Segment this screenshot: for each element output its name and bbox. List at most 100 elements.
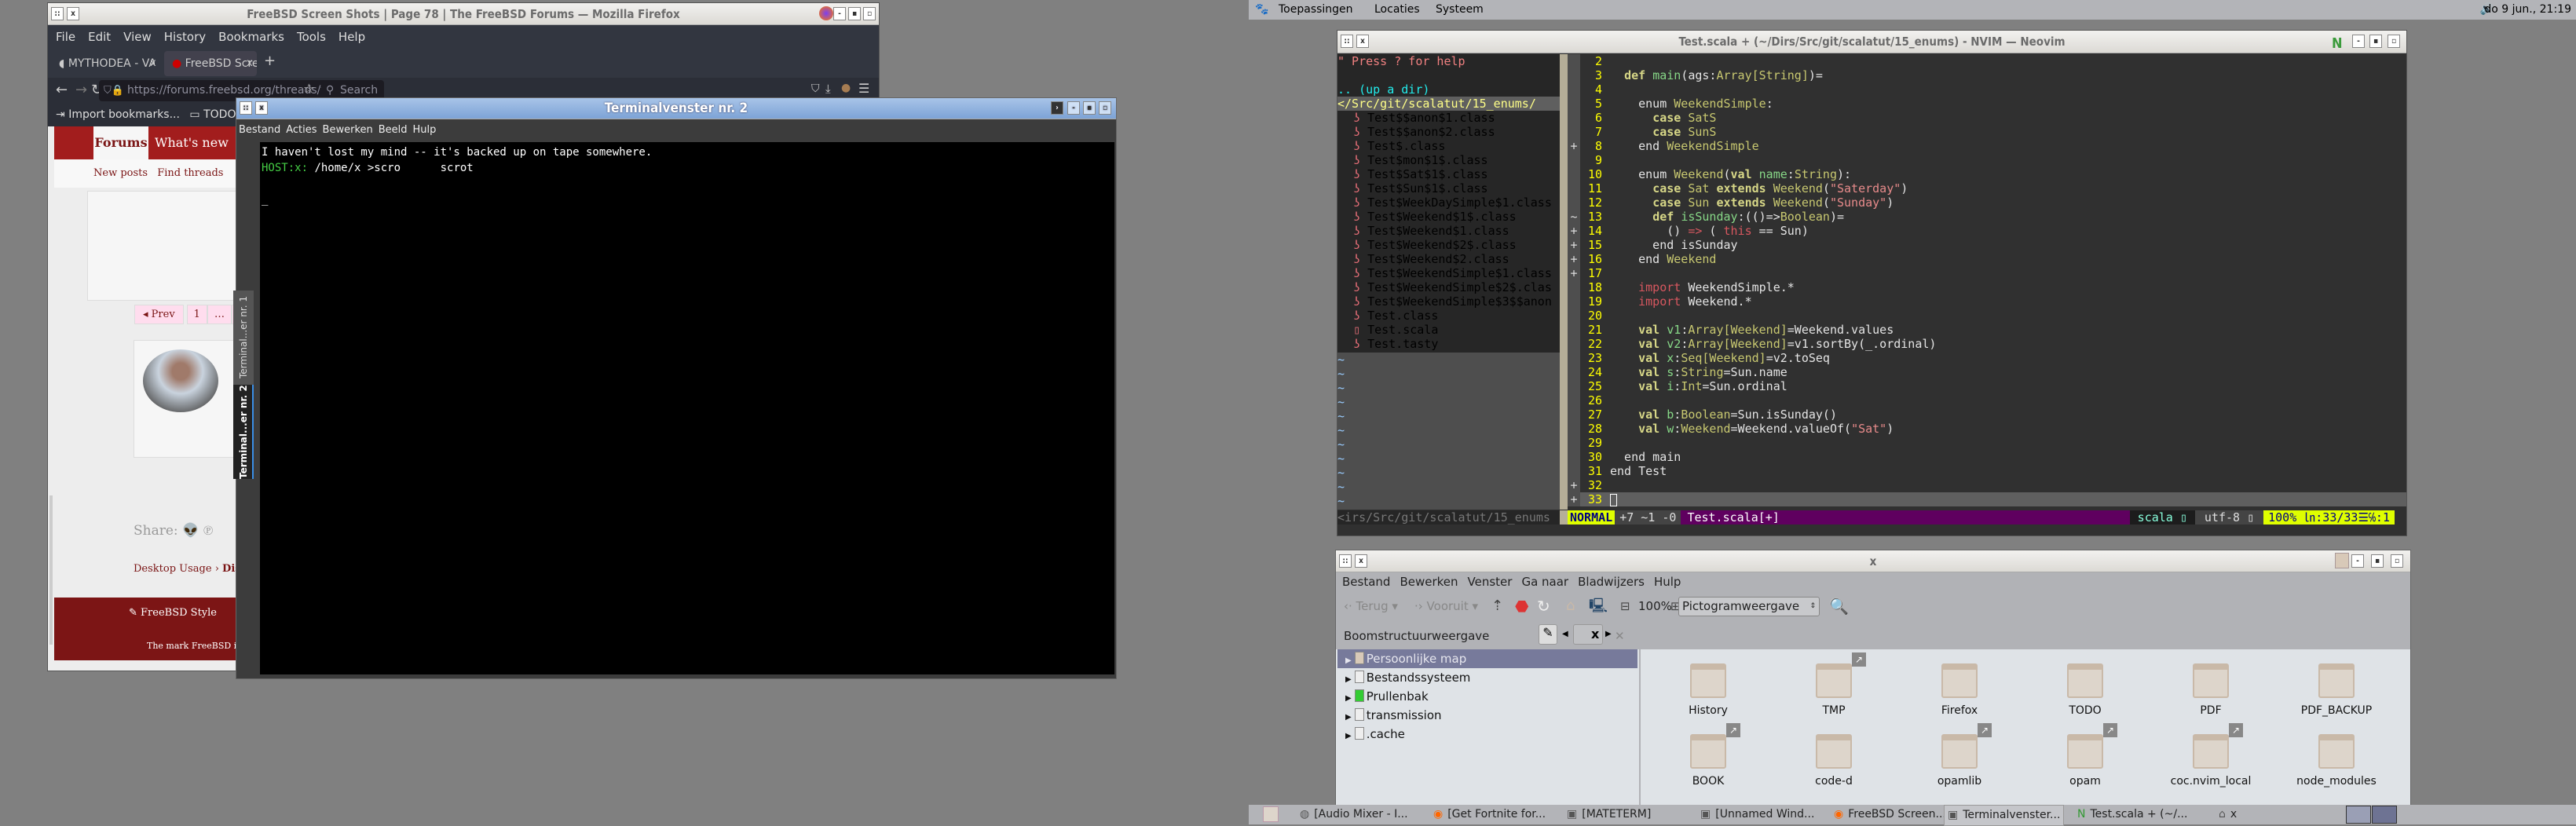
taskbar-item[interactable]: ▣ Terminalvenster...	[1944, 805, 2065, 826]
reload-icon[interactable]: ↻	[1537, 593, 1550, 620]
maximize-button[interactable]: ▪	[1083, 101, 1096, 115]
reddit-icon[interactable]: 👽	[182, 523, 199, 539]
bookmark-star-icon[interactable]: ☆	[303, 81, 314, 96]
path-left-arrow-icon[interactable]: ◀	[1562, 624, 1572, 645]
expander-icon[interactable]: ▶	[1345, 694, 1352, 703]
tree-file[interactable]: ʖ Test$WeekDaySimple$1.class	[1337, 196, 1560, 210]
menu-help[interactable]: Help	[338, 30, 365, 44]
nav-forums[interactable]: Forums	[93, 126, 148, 159]
scrollbar[interactable]	[49, 495, 53, 645]
tree-file[interactable]: ʖ Test$$anon$1.class	[1337, 111, 1560, 125]
menu-hulp[interactable]: Hulp	[413, 124, 437, 136]
panel-menu-applications[interactable]: Toepassingen	[1279, 0, 1353, 20]
window-menu-button[interactable]: ::	[240, 101, 252, 115]
folder-item[interactable]: code-d	[1779, 734, 1889, 788]
restore-button[interactable]: ▫	[2388, 35, 2400, 48]
taskbar-item[interactable]: ⌂ x	[2219, 805, 2237, 824]
taskbar-item[interactable]: ▣ [Unnamed Wind...	[1700, 805, 1814, 824]
edit-location-icon[interactable]: ✎	[1539, 624, 1557, 645]
tree-file[interactable]: ʖ Test$WeekendSimple$2$.clas	[1337, 280, 1560, 294]
pinterest-icon[interactable]: ℗	[203, 523, 214, 539]
terminal-tab-2[interactable]: Terminal...er nr. 2	[233, 385, 254, 479]
split-separator[interactable]	[1560, 54, 1568, 510]
tree-file[interactable]: ʖ Test$mon$1$.class	[1337, 153, 1560, 167]
tree-item[interactable]: ▶ Bestandssysteem	[1337, 668, 1637, 687]
bookmark-todo[interactable]: ▭ TODO	[189, 108, 236, 121]
gnome-foot-icon[interactable]: 🐾	[1255, 0, 1268, 20]
tree-up-dir[interactable]: .. (up a dir)	[1337, 82, 1560, 97]
bookmark-import[interactable]: ⇥ Import bookmarks...	[56, 108, 180, 121]
menu-tools[interactable]: Tools	[297, 30, 326, 44]
folder-item[interactable]: PDF_BACKUP	[2281, 663, 2391, 717]
folder-item[interactable]: ↗ BOOK	[1653, 723, 1763, 788]
menu-bewerken[interactable]: Bewerken	[323, 124, 373, 136]
folder-item[interactable]: TODO	[2030, 663, 2140, 717]
maximize-button[interactable]: ▪	[848, 7, 861, 20]
menu-hulp[interactable]: Hulp	[1654, 575, 1681, 589]
page-ellipsis[interactable]: …	[207, 305, 232, 324]
close-button[interactable]: x	[1355, 554, 1367, 568]
home-icon[interactable]: ⌂	[1566, 593, 1575, 620]
tree-file[interactable]: ʖ Test$Weekend$2$.class	[1337, 238, 1560, 252]
tab-freebsd-screenshots[interactable]: ● FreeBSD Screen Shots	[164, 51, 257, 76]
restore-button[interactable]: ▫	[1099, 101, 1111, 115]
taskbar-item[interactable]: N Test.scala + (~/...	[2077, 805, 2187, 824]
restore-button[interactable]: ▫	[863, 7, 876, 20]
folder-item[interactable]: Firefox	[1905, 663, 2014, 717]
link-find-threads[interactable]: Find threads	[157, 167, 223, 179]
menu-edit[interactable]: Edit	[88, 30, 111, 44]
view-mode-select[interactable]: Pictogramweergave ⇕	[1678, 597, 1820, 616]
taskbar-item[interactable]: ▣ [MATETERM]	[1567, 805, 1651, 824]
workspace-2[interactable]	[2372, 806, 2397, 824]
prev-page-button[interactable]: ◂ Prev	[134, 305, 184, 324]
taskbar-item[interactable]: ◉ FreeBSD Screen...	[1834, 805, 1946, 824]
tree-file[interactable]: ʖ Test$Weekend$2.class	[1337, 252, 1560, 266]
tree-file[interactable]: ʖ Test$Weekend$1.class	[1337, 224, 1560, 238]
terminal-screen[interactable]: I haven't lost my mind -- it's backed up…	[260, 142, 1114, 674]
close-button[interactable]: x	[255, 101, 268, 115]
expander-icon[interactable]: ▶	[1345, 675, 1352, 684]
zoom-out-icon[interactable]: ⊟	[1620, 593, 1630, 620]
menu-ga-naar[interactable]: Ga naar	[1521, 575, 1568, 589]
taskbar-item[interactable]: ◍ [Audio Mixer - I...	[1300, 805, 1408, 824]
new-tab-button[interactable]: +	[264, 53, 276, 69]
tree-file[interactable]: ʖ Test$WeekendSimple$1.class	[1337, 266, 1560, 280]
panel-menu-places[interactable]: Locaties	[1374, 0, 1420, 20]
back-icon[interactable]: ←	[56, 82, 68, 98]
window-menu-button[interactable]: ::	[1339, 554, 1352, 568]
minimize-button[interactable]: -	[2351, 554, 2364, 568]
tree-file[interactable]: ʖ Test$Weekend$1$.class	[1337, 210, 1560, 224]
tree-file[interactable]: ʖ Test$$anon$2.class	[1337, 125, 1560, 139]
tree-file[interactable]: ʖ Test$.class	[1337, 139, 1560, 153]
close-tab-icon[interactable]: x	[247, 57, 253, 69]
maximize-button[interactable]: ▪	[2371, 554, 2384, 568]
tree-item[interactable]: ▶ .cache	[1337, 725, 1637, 744]
nav-whats-new[interactable]: What's new	[155, 126, 233, 159]
pocket-icon[interactable]: ⛉	[811, 82, 820, 95]
taskbar-item[interactable]: ◉ [Get Fortnite for...	[1433, 805, 1546, 824]
folder-item[interactable]: ↗ opam	[2030, 723, 2140, 788]
code-editor[interactable]: 2 3 def main(ags:Array[String])= 4 5 enu…	[1568, 54, 2406, 510]
menu-view[interactable]: View	[123, 30, 152, 44]
menu-venster[interactable]: Venster	[1468, 575, 1513, 589]
minimize-button[interactable]: -	[833, 7, 846, 20]
computer-icon[interactable]: 🖳	[1589, 593, 1608, 620]
menu-bestand[interactable]: Bestand	[239, 124, 280, 136]
tree-file[interactable]: ʖ Test.class	[1337, 309, 1560, 323]
menu-bladwijzers[interactable]: Bladwijzers	[1578, 575, 1645, 589]
up-icon[interactable]: ⇡	[1491, 593, 1503, 620]
menu-history[interactable]: History	[164, 30, 206, 44]
stop-icon[interactable]: ⬣	[1515, 593, 1528, 620]
terminal-tab-1[interactable]: Terminal...er nr. 1	[233, 291, 254, 385]
show-desktop-icon[interactable]	[1263, 806, 1279, 822]
minimize-button[interactable]: -	[1067, 101, 1080, 115]
firefox-titlebar[interactable]: :: x FreeBSD Screen Shots | Page 78 | Th…	[48, 3, 879, 25]
path-right-arrow-icon[interactable]: ▶	[1605, 624, 1615, 645]
folder-item[interactable]: ↗ TMP	[1779, 652, 1889, 717]
tree-item[interactable]: ▶ Prullenbak	[1337, 687, 1637, 706]
tree-item[interactable]: ▶ Persoonlijke map	[1337, 649, 1637, 668]
tree-file[interactable]: ▯ Test.scala	[1337, 323, 1560, 337]
tree-file[interactable]: ʖ Test$Sat$1$.class	[1337, 167, 1560, 181]
menu-bewerken[interactable]: Bewerken	[1400, 575, 1458, 589]
back-button[interactable]: ‹· Terug ▾	[1344, 593, 1398, 620]
